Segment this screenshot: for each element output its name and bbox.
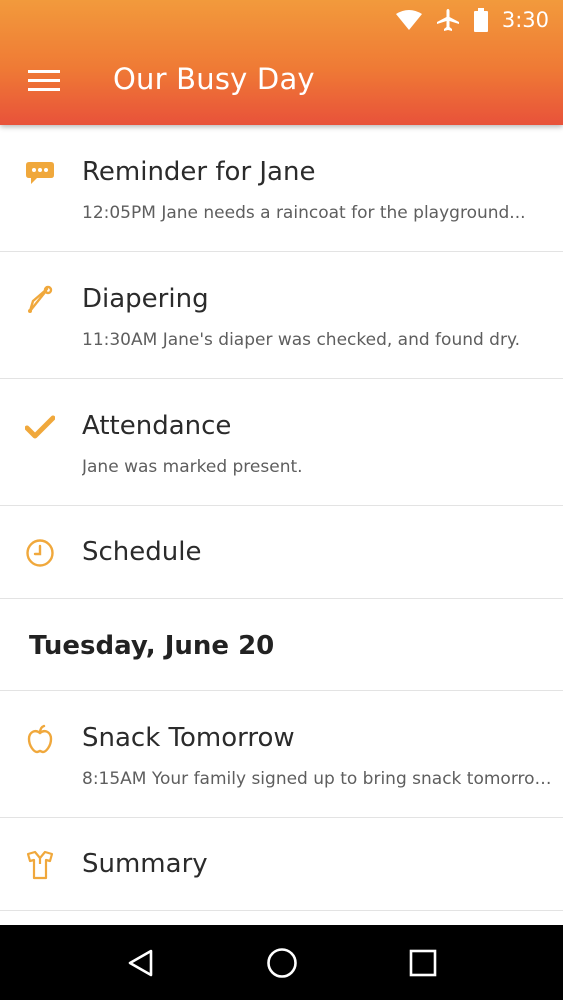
back-button[interactable]: [121, 943, 161, 983]
recents-square-icon: [409, 949, 436, 976]
feed-item-summary[interactable]: Summary: [0, 818, 563, 911]
feed-item-title: Snack Tomorrow: [82, 723, 295, 753]
navigation-bar: [0, 925, 563, 1000]
feed-item-title: Summary: [82, 849, 208, 879]
date-header-text: Tuesday, June 20: [29, 631, 275, 661]
feed-item-title: Attendance: [82, 411, 232, 441]
wifi-icon: [395, 10, 422, 30]
clock-icon: [24, 537, 56, 569]
shirt-icon: [24, 849, 56, 881]
status-bar: 3:30: [0, 0, 563, 40]
feed-item-title: Diapering: [82, 284, 209, 314]
home-circle-icon: [266, 947, 297, 978]
feed-item-subtitle: Jane was marked present.: [82, 457, 303, 477]
feed-item-diapering[interactable]: Diapering 11:30AM Jane's diaper was chec…: [0, 252, 563, 379]
battery-icon: [473, 8, 488, 32]
status-time: 3:30: [501, 8, 549, 32]
feed-item-subtitle: 8:15AM Your family signed up to bring sn…: [82, 769, 560, 789]
airplane-icon: [436, 8, 460, 32]
feed-item-schedule[interactable]: Schedule: [0, 506, 563, 599]
feed-item-reminder[interactable]: Reminder for Jane 12:05PM Jane needs a r…: [0, 125, 563, 252]
checkmark-icon: [24, 411, 56, 443]
feed-item-subtitle: 12:05PM Jane needs a raincoat for the pl…: [82, 203, 526, 223]
menu-button[interactable]: [26, 66, 62, 96]
date-header: Tuesday, June 20: [0, 599, 563, 691]
apple-icon: [24, 723, 56, 755]
feed-item-title: Schedule: [82, 537, 202, 567]
feed-item-title: Reminder for Jane: [82, 157, 316, 187]
activity-feed: Reminder for Jane 12:05PM Jane needs a r…: [0, 125, 563, 911]
safety-pin-icon: [24, 284, 56, 316]
chat-bubble-icon: [24, 157, 56, 189]
hamburger-menu-icon: [28, 70, 60, 91]
recents-button[interactable]: [403, 943, 443, 983]
feed-item-attendance[interactable]: Attendance Jane was marked present.: [0, 379, 563, 506]
feed-item-subtitle: 11:30AM Jane's diaper was checked, and f…: [82, 330, 521, 350]
back-triangle-icon: [128, 949, 152, 976]
page-title: Our Busy Day: [113, 62, 315, 96]
feed-item-snack[interactable]: Snack Tomorrow 8:15AM Your family signed…: [0, 691, 563, 818]
home-button[interactable]: [262, 943, 302, 983]
